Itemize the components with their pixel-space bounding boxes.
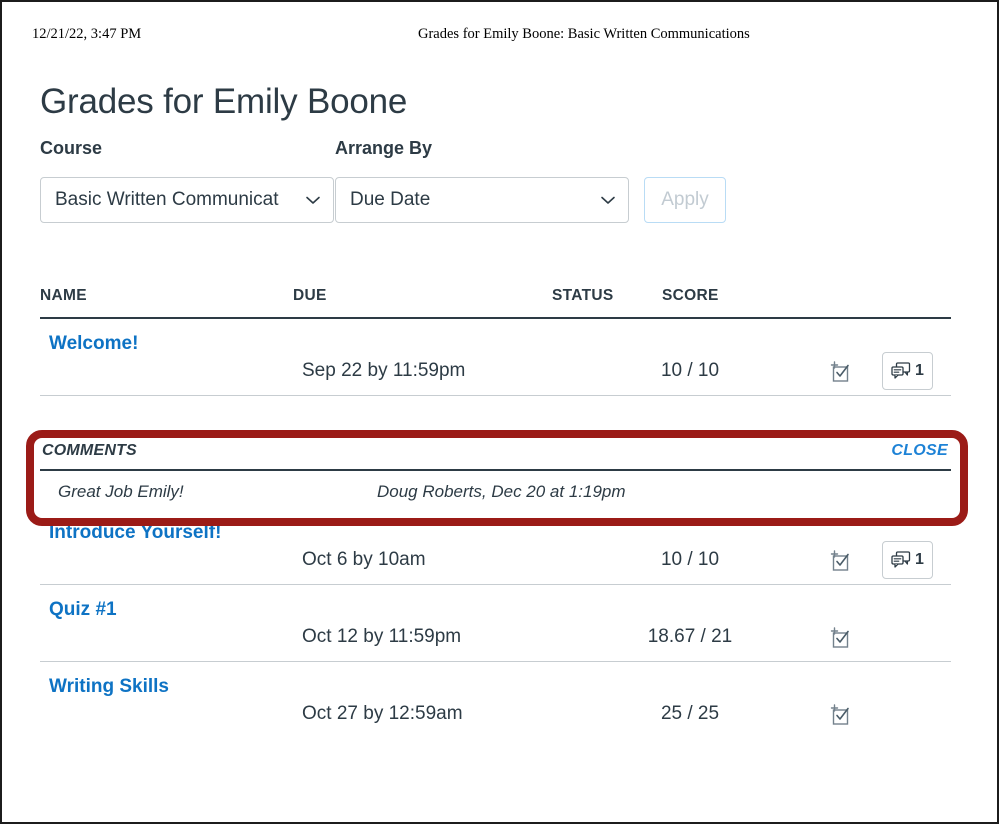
assignment-link[interactable]: Quiz #1: [49, 599, 117, 621]
assignment-score: 18.67 / 21: [647, 626, 733, 647]
comment-body: Great Job Emily!: [58, 482, 184, 501]
assignment-link[interactable]: Writing Skills: [49, 676, 169, 698]
assignment-due-date: Oct 6 by 10am: [302, 549, 426, 570]
apply-button[interactable]: Apply: [644, 177, 726, 223]
column-header-name: NAME: [40, 287, 87, 304]
table-header-row: NAME DUE STATUS SCORE: [40, 287, 951, 319]
comment-item: Great Job Emily! Doug Roberts, Dec 20 at…: [40, 471, 951, 511]
comment-count: 1: [915, 551, 924, 568]
table-row: Welcome! Sep 22 by 11:59pm 10 / 10 1: [40, 319, 951, 396]
comments-panel: COMMENTS CLOSE Great Job Emily! Doug Rob…: [40, 442, 951, 514]
comments-heading: COMMENTS: [42, 442, 137, 459]
assignment-score: 10 / 10: [660, 360, 720, 381]
page-title: Grades for Emily Boone: [40, 82, 408, 122]
course-select[interactable]: Basic Written Communicat: [40, 177, 334, 223]
chevron-down-icon: [306, 196, 320, 204]
comments-toggle-button[interactable]: 1: [882, 541, 933, 579]
rubric-checklist-icon[interactable]: [830, 627, 852, 649]
printed-grades-page: 12/21/22, 3:47 PM Grades for Emily Boone…: [0, 0, 999, 824]
arrange-by-select[interactable]: Due Date: [335, 177, 629, 223]
comment-bubbles-icon: [891, 551, 911, 568]
rubric-checklist-icon[interactable]: [830, 704, 852, 726]
column-header-status: STATUS: [552, 287, 614, 304]
column-header-due: DUE: [293, 287, 327, 304]
course-label: Course: [40, 138, 103, 158]
table-row: Writing Skills Oct 27 by 12:59am 25 / 25: [40, 662, 951, 738]
assignment-link[interactable]: Welcome!: [49, 333, 138, 355]
course-select-value: Basic Written Communicat: [55, 189, 279, 210]
comment-count: 1: [915, 362, 924, 379]
comments-toggle-button[interactable]: 1: [882, 352, 933, 390]
comment-author-timestamp: Doug Roberts, Dec 20 at 1:19pm: [377, 482, 626, 501]
print-header: 12/21/22, 3:47 PM Grades for Emily Boone…: [2, 26, 997, 46]
rubric-checklist-icon[interactable]: [830, 361, 852, 383]
assignment-due-date: Oct 12 by 11:59pm: [302, 626, 462, 647]
chevron-down-icon: [601, 196, 615, 204]
print-date: 12/21/22, 3:47 PM: [32, 26, 142, 42]
assignment-score: 25 / 25: [660, 703, 720, 724]
comment-bubbles-icon: [891, 362, 911, 379]
assignment-due-date: Oct 27 by 12:59am: [302, 703, 463, 724]
comments-panel-header: COMMENTS CLOSE: [40, 442, 951, 471]
arrange-by-select-value: Due Date: [350, 189, 431, 210]
print-document-title: Grades for Emily Boone: Basic Written Co…: [418, 26, 750, 42]
column-header-score: SCORE: [662, 287, 719, 304]
comments-close-link[interactable]: CLOSE: [891, 442, 948, 460]
arrange-by-label: Arrange By: [335, 138, 433, 158]
assignment-score: 10 / 10: [660, 549, 720, 570]
filter-bar: Course Arrange By Basic Written Communic…: [40, 138, 959, 228]
rubric-checklist-icon[interactable]: [830, 550, 852, 572]
assignment-due-date: Sep 22 by 11:59pm: [302, 360, 466, 381]
table-row: Quiz #1 Oct 12 by 11:59pm 18.67 / 21: [40, 585, 951, 662]
